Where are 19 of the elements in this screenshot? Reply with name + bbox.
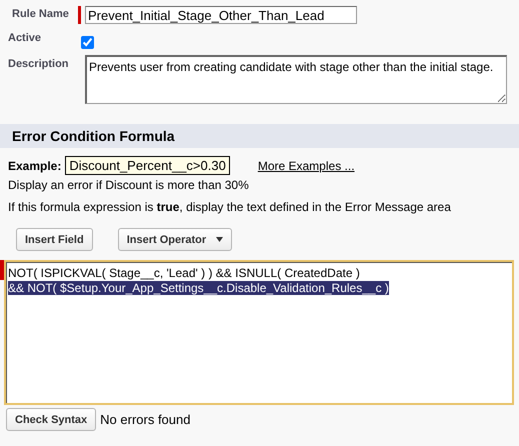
active-checkbox[interactable] bbox=[81, 36, 94, 49]
field-label: Rule Name bbox=[11, 7, 70, 20]
section-header: Error Condition Formula bbox=[0, 124, 519, 148]
caret-icon bbox=[216, 237, 224, 242]
field-label: Active bbox=[7, 32, 42, 44]
formula-hint: If this formula expression is true, display the text defined in the Error Message area bbox=[8, 200, 452, 214]
example-label: Example: bbox=[8, 158, 62, 172]
example-formula: Discount_Percent__c>0.30 bbox=[65, 156, 230, 175]
example-explanation: Display an error if Discount is more than 30% bbox=[8, 178, 250, 192]
field-label: Description bbox=[7, 57, 70, 70]
insert-operator-dropdown[interactable]: Insert Operator bbox=[118, 228, 232, 251]
formula-line: NOT( ISPICKVAL( Stage__c, 'Lead' ) ) && ISNULL( CreatedDate ) bbox=[8, 266, 360, 280]
rule-name-field[interactable]: Prevent_Initial_Stage_Other_Than_Lead bbox=[85, 6, 357, 24]
check-syntax-button[interactable]: Check Syntax bbox=[6, 408, 96, 431]
more-examples-link[interactable]: More Examples ... bbox=[258, 158, 355, 172]
syntax-result: No errors found bbox=[100, 412, 190, 427]
description-field[interactable]: Prevents user from creating candidate with stage other than the initial stage. bbox=[85, 55, 507, 104]
insert-field-button[interactable]: Insert Field bbox=[16, 228, 93, 251]
formula-editor[interactable]: NOT( ISPICKVAL( Stage__c, 'Lead' ) ) && ISNULL( CreatedDate ) && NOT( $Setup.Your_App_Settings__c.Disable_Validation_Rules__c ) bbox=[4, 260, 514, 405]
